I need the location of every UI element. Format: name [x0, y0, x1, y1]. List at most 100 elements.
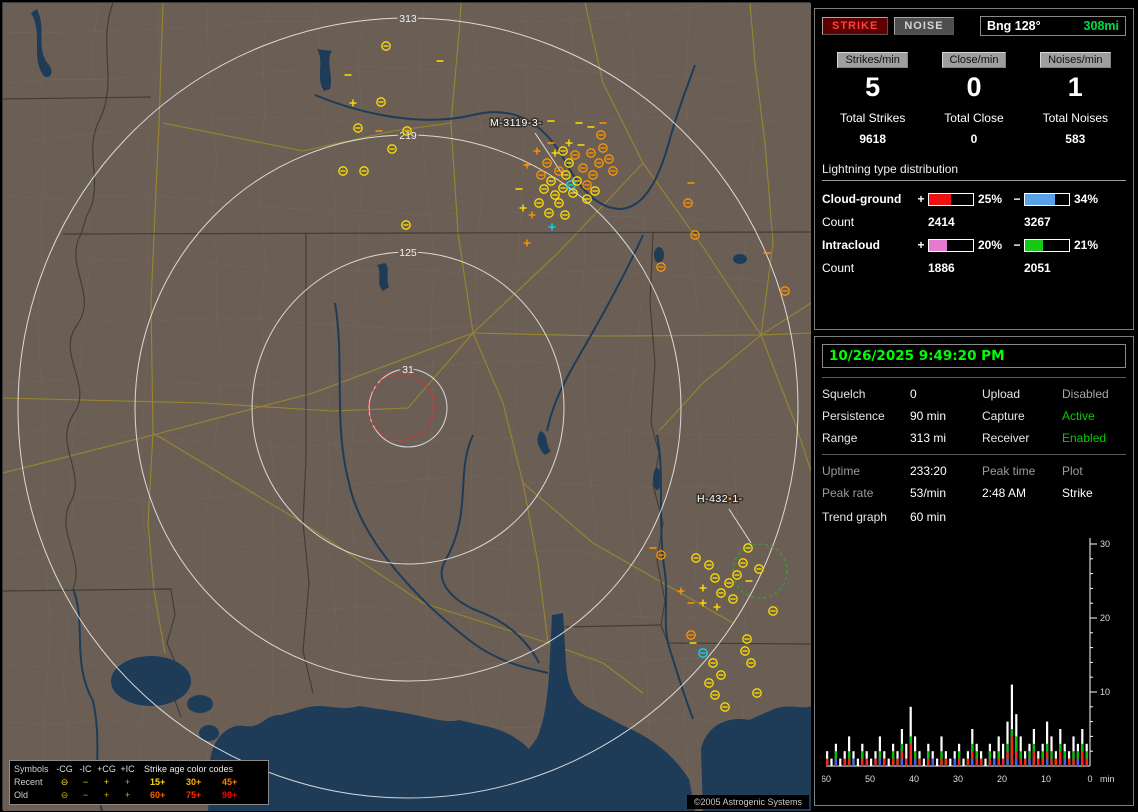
- svg-text:min: min: [1100, 774, 1115, 784]
- map-canvas[interactable]: 31321912531M-3119-3-H-432▪1-: [3, 3, 811, 811]
- minus-symbol: −: [1013, 192, 1021, 206]
- upload-status: Disabled: [1062, 387, 1109, 401]
- noises-per-min-chip[interactable]: Noises/min: [1040, 52, 1111, 68]
- legend-strike-symbol: −: [82, 790, 89, 800]
- legend-row: Old ⊖ − + +60+ 75+ 90+: [14, 789, 264, 802]
- trend-graph-header: Trend graph 60 min: [822, 510, 1126, 524]
- svg-text:10: 10: [1100, 687, 1110, 697]
- storm-cell-label: H-432▪1-: [697, 493, 743, 505]
- intracloud-label: Intracloud: [822, 238, 881, 252]
- svg-text:60: 60: [822, 774, 831, 784]
- ic-negative-pct: 21%: [1074, 238, 1099, 252]
- plot-value: Strike: [1062, 486, 1093, 500]
- distribution-table: Cloud-ground + 25% − 34% Count 2414 3267…: [822, 192, 1126, 275]
- ic-count-label: Count: [822, 261, 855, 275]
- ic-positive-count: 1886: [928, 261, 955, 275]
- legend-age-code: 15+: [150, 777, 166, 787]
- uptime-value: 233:20: [910, 464, 947, 478]
- capture-label: Capture: [982, 409, 1025, 423]
- legend-strike-symbol: ⊖: [60, 777, 69, 787]
- capture-status: Active: [1062, 409, 1095, 423]
- svg-text:30: 30: [953, 774, 963, 784]
- range-ring-label: 313: [399, 13, 417, 25]
- svg-text:40: 40: [909, 774, 919, 784]
- legend-strike-symbol: +: [103, 790, 110, 800]
- range-value: 313 mi: [910, 431, 947, 445]
- ic-negative-count: 2051: [1024, 261, 1051, 275]
- trend-series-total-strikes: [826, 684, 1088, 766]
- range-label: Range: [822, 431, 858, 445]
- cg-positive-pct: 25%: [978, 192, 1003, 206]
- map-legend: Symbols -CG -IC +CG +IC Strike age color code…: [9, 760, 269, 805]
- ic-negative-bar: [1024, 238, 1070, 252]
- total-close-label: Total Close: [944, 111, 1004, 125]
- cg-negative-pct: 34%: [1074, 192, 1099, 206]
- storm-cell-label: M-3119-3-: [490, 117, 542, 129]
- bearing-range: 308mi: [1083, 19, 1119, 33]
- trend-series-cloud-ground: [826, 736, 1088, 766]
- trend-graph-label: Trend graph: [822, 510, 887, 524]
- legend-header: Symbols -CG -IC +CG +IC Strike age color code…: [14, 764, 234, 774]
- trend-graph: 10 20 30 60 50 40 30 20 10 0 min: [822, 538, 1115, 784]
- cg-negative-bar: [1024, 192, 1070, 206]
- mode-button-row: STRIKE NOISE Bng 128° 308mi: [822, 16, 1126, 36]
- total-strikes-label: Total Strikes: [839, 111, 906, 125]
- divider: [822, 377, 1126, 378]
- legend-strike-symbol: +: [124, 777, 131, 787]
- receiver-status: Enabled: [1062, 431, 1107, 445]
- svg-text:10: 10: [1041, 774, 1051, 784]
- receiver-label: Receiver: [982, 431, 1030, 445]
- cg-positive-bar: [928, 192, 974, 206]
- legend-strike-symbol: +: [124, 790, 131, 800]
- legend-row: Recent ⊖ − + +15+ 30+ 45+: [14, 776, 264, 789]
- rate-value-row: 5 0 1: [822, 72, 1126, 103]
- legend-age-code: 30+: [186, 777, 202, 787]
- noises-per-min-value: 1: [1067, 72, 1083, 102]
- status-panel: 10/26/2025 9:49:20 PM Squelch 0 Upload D…: [814, 336, 1134, 806]
- range-ring-label: 125: [399, 247, 417, 259]
- map-view[interactable]: 313 219 125 31 M-3119-3- H-432▪1- Symbols -CG -…: [2, 2, 811, 811]
- svg-text:20: 20: [997, 774, 1007, 784]
- cloud-ground-label: Cloud-ground: [822, 192, 902, 206]
- persistence-label: Persistence: [822, 409, 885, 423]
- cg-positive-count: 2414: [928, 215, 955, 229]
- strikes-per-min-value: 5: [865, 72, 881, 102]
- settings-grid: Squelch 0 Upload Disabled Persistence 90…: [822, 387, 1126, 445]
- totals-value-row: 9618 0 583: [822, 132, 1126, 146]
- squelch-value: 0: [910, 387, 917, 401]
- peak-rate-value: 53/min: [910, 486, 947, 500]
- legend-age-code: 45+: [222, 777, 238, 787]
- trend-series-intracloud: [826, 729, 1088, 766]
- distribution-heading: Lightning type distribution: [822, 162, 1126, 181]
- legend-strike-symbol: −: [82, 777, 89, 787]
- datetime-display: 10/26/2025 9:49:20 PM: [822, 344, 1126, 368]
- squelch-label: Squelch: [822, 387, 866, 401]
- session-stats-grid: Uptime 233:20 Peak time Plot Peak rate 5…: [822, 464, 1126, 500]
- strike-button[interactable]: STRIKE: [822, 17, 889, 35]
- svg-text:30: 30: [1100, 539, 1110, 549]
- legend-age-code: 60+: [150, 790, 166, 800]
- legend-strike-symbol: ⊖: [60, 790, 69, 800]
- legend-age-code: 75+: [186, 790, 202, 800]
- cg-negative-count: 3267: [1024, 215, 1051, 229]
- minus-symbol: −: [1013, 238, 1021, 252]
- svg-text:0: 0: [1087, 774, 1092, 784]
- cg-count-label: Count: [822, 215, 855, 229]
- legend-strike-symbol: +: [103, 777, 110, 787]
- plus-symbol: +: [917, 192, 925, 206]
- copyright: ©2005 Astrogenic Systems: [686, 795, 809, 809]
- range-ring-label: 219: [399, 130, 417, 142]
- svg-text:50: 50: [865, 774, 875, 784]
- trend-window-value: 60 min: [910, 510, 947, 524]
- legend-age-code: 90+: [222, 790, 238, 800]
- close-per-min-chip[interactable]: Close/min: [941, 52, 1007, 68]
- total-strikes-value: 9618: [859, 132, 887, 146]
- ic-positive-pct: 20%: [978, 238, 1003, 252]
- strikes-per-min-chip[interactable]: Strikes/min: [837, 52, 908, 68]
- stats-panel: STRIKE NOISE Bng 128° 308mi Strikes/min …: [814, 8, 1134, 330]
- peak-time-value: 2:48 AM: [982, 486, 1027, 500]
- peak-rate-label: Peak rate: [822, 486, 874, 500]
- rate-chip-row: Strikes/min Close/min Noises/min: [822, 50, 1126, 68]
- noise-button[interactable]: NOISE: [894, 17, 954, 35]
- right-panel: STRIKE NOISE Bng 128° 308mi Strikes/min …: [814, 0, 1136, 812]
